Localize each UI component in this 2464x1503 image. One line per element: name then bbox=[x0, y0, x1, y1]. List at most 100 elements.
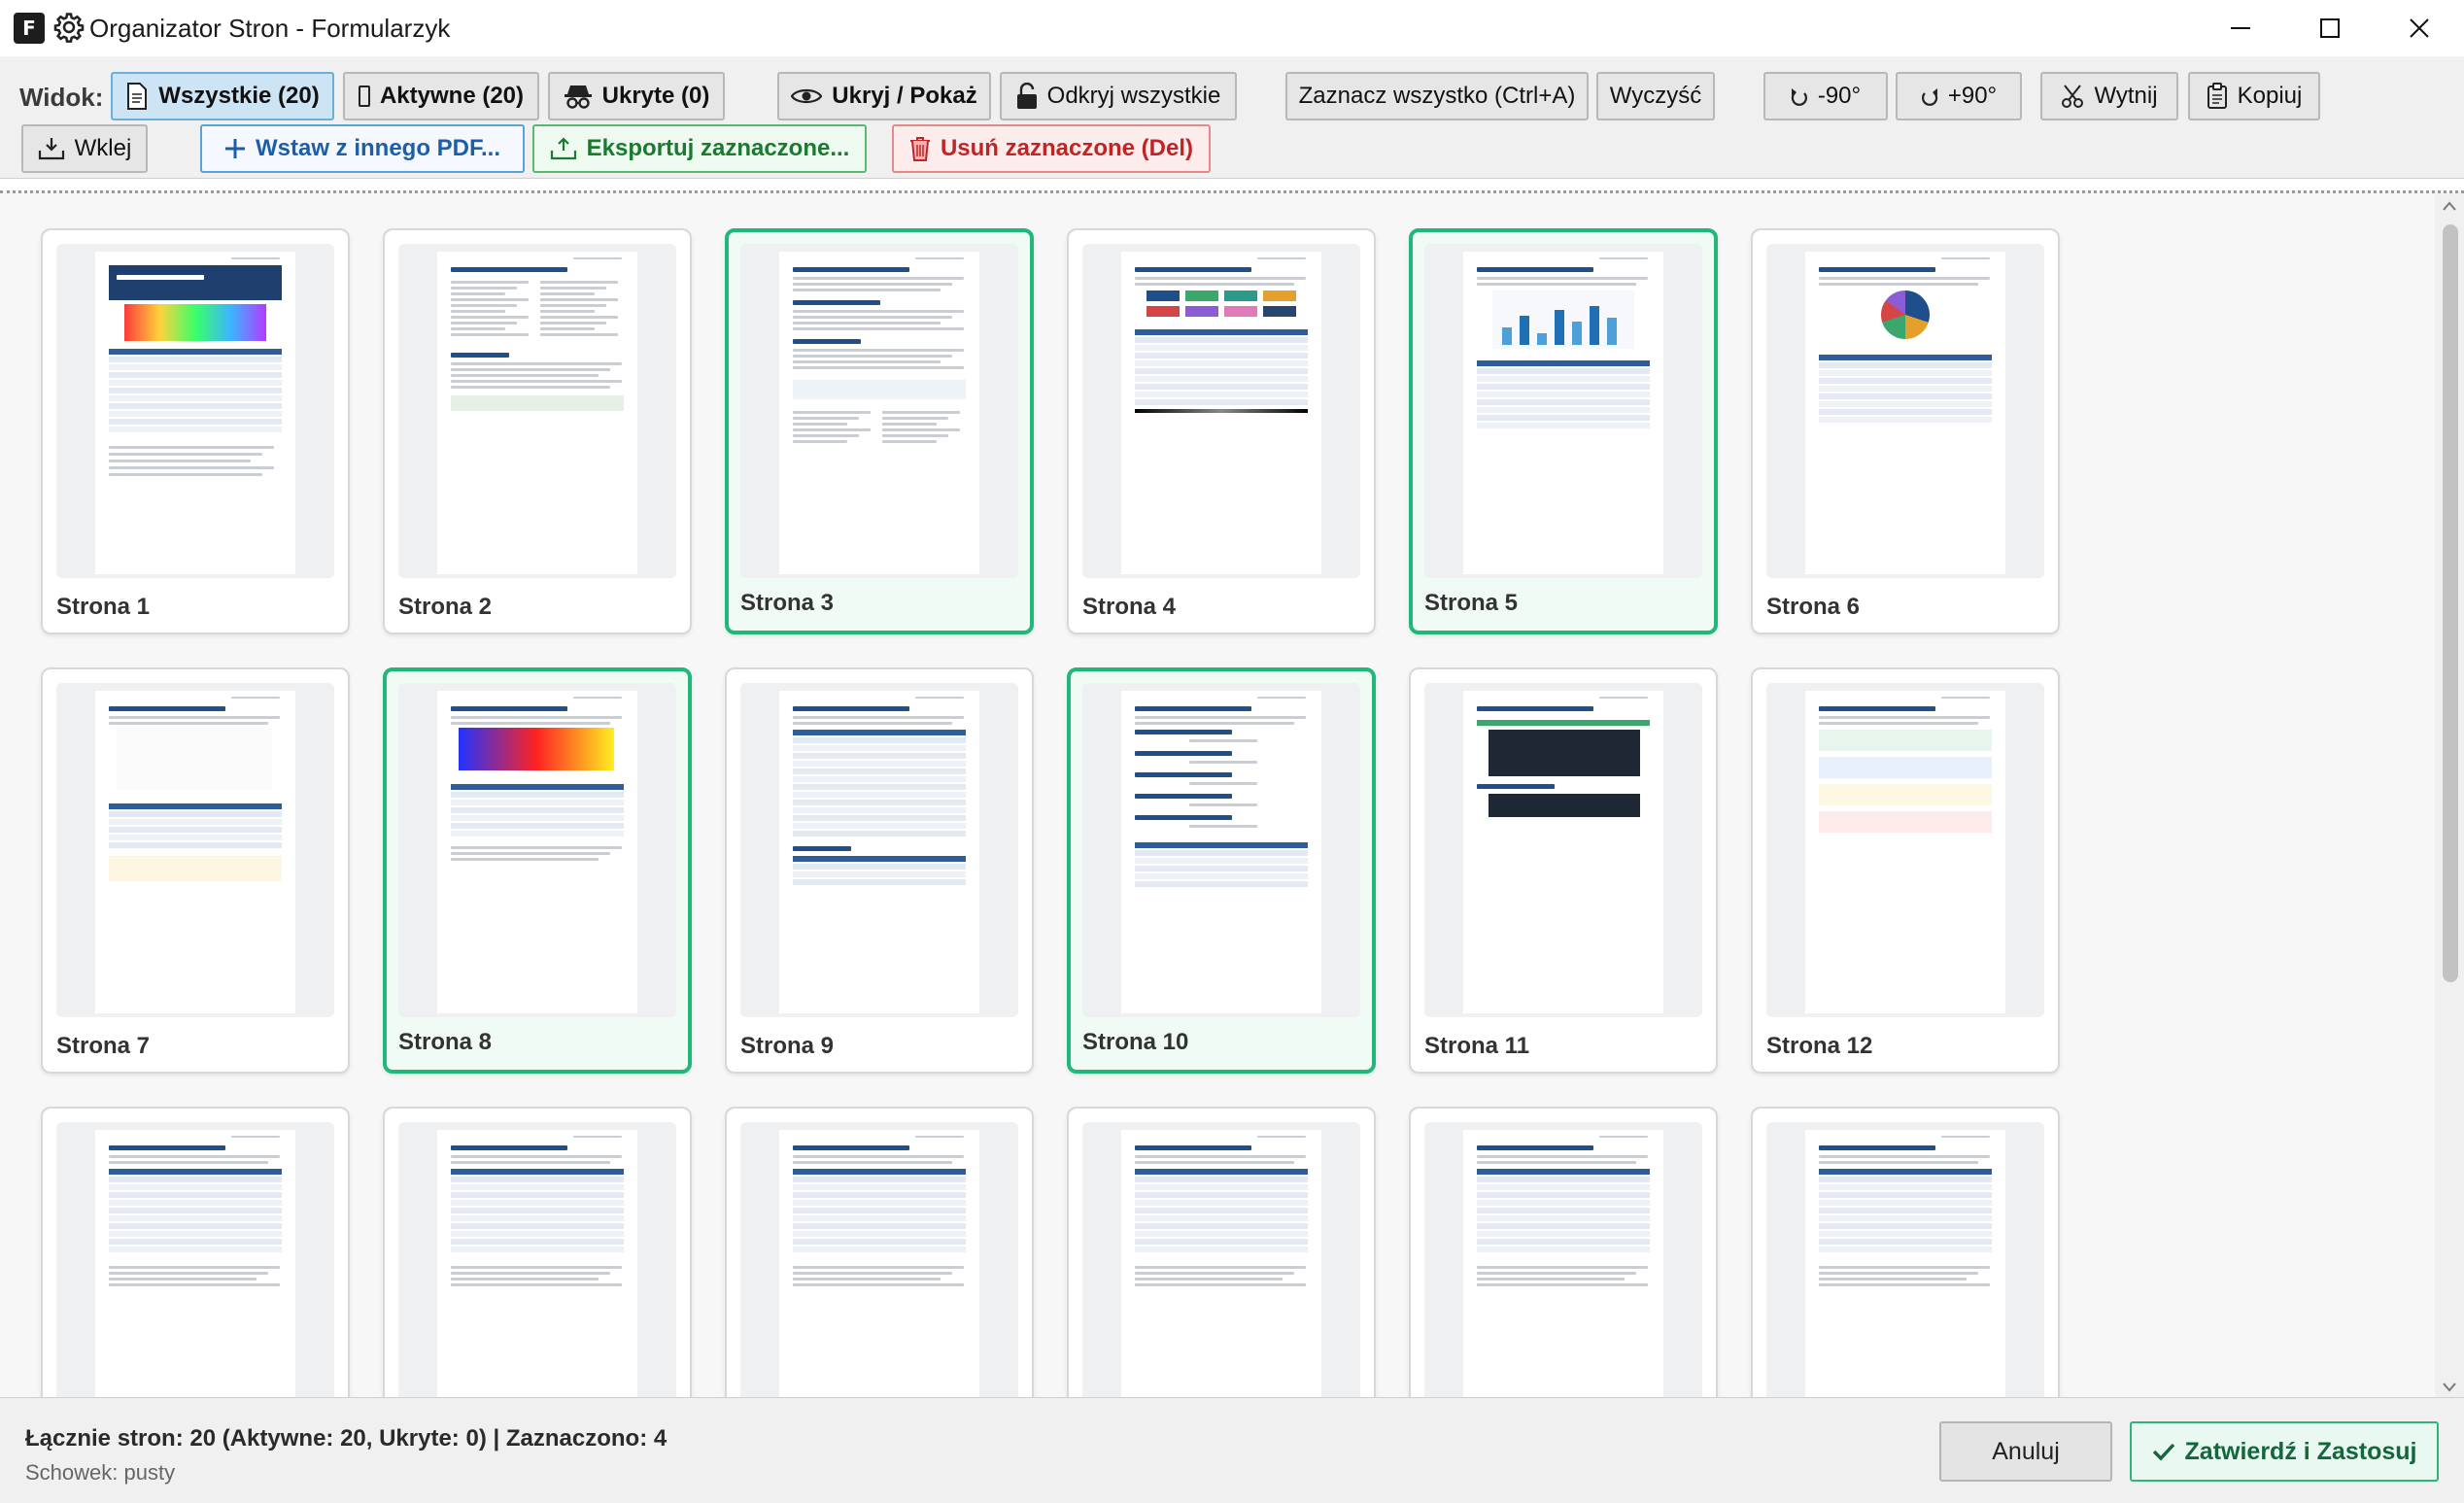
page-preview bbox=[1805, 691, 2005, 1013]
rotate-right-icon bbox=[1921, 88, 1938, 106]
rotate-left-button[interactable]: -90° bbox=[1763, 72, 1888, 120]
select-all-button[interactable]: Zaznacz wszystko (Ctrl+A) bbox=[1285, 72, 1589, 120]
page-card[interactable]: Strona 3 bbox=[725, 228, 1034, 634]
plus-icon bbox=[224, 139, 245, 158]
cancel-button[interactable]: Anuluj bbox=[1939, 1421, 2112, 1482]
page-card[interactable]: Strona 8 bbox=[383, 667, 692, 1074]
page-thumbnail bbox=[740, 244, 1018, 578]
page-thumbnail bbox=[1766, 683, 2044, 1017]
scroll-up-icon[interactable] bbox=[2442, 199, 2457, 213]
page-thumbnail bbox=[1424, 683, 1702, 1017]
page-card[interactable]: Strona 2 bbox=[383, 228, 692, 634]
page-preview bbox=[437, 691, 637, 1013]
page-label: Strona 3 bbox=[740, 590, 835, 616]
page-thumbnail bbox=[1766, 244, 2044, 578]
window-title: Organizator Stron - Formularzyk bbox=[89, 14, 451, 43]
page-preview bbox=[1463, 691, 1663, 1013]
page-thumbnail bbox=[1766, 1122, 2044, 1397]
toggle-hide-button[interactable]: Ukryj / Pokaż bbox=[777, 72, 991, 120]
page-card[interactable] bbox=[383, 1107, 692, 1397]
apply-button[interactable]: Zatwierdź i Zastosuj bbox=[2130, 1421, 2439, 1482]
page-card[interactable]: Strona 12 bbox=[1751, 667, 2060, 1074]
page-thumbnail bbox=[1082, 244, 1360, 578]
view-active-button[interactable]: Aktywne (20) bbox=[343, 72, 539, 120]
page-thumbnail bbox=[398, 244, 676, 578]
view-all-button[interactable]: Wszystkie (20) bbox=[111, 72, 334, 120]
page-card[interactable]: Strona 9 bbox=[725, 667, 1034, 1074]
page-card[interactable]: Strona 11 bbox=[1409, 667, 1718, 1074]
scissors-icon bbox=[2062, 85, 2084, 108]
page-thumbnail bbox=[398, 683, 676, 1017]
delete-selected-button[interactable]: Usuń zaznaczone (Del) bbox=[892, 124, 1211, 173]
page-card[interactable] bbox=[725, 1107, 1034, 1397]
page-preview bbox=[1121, 1130, 1321, 1397]
close-icon bbox=[2410, 18, 2429, 38]
page-card[interactable]: Strona 7 bbox=[41, 667, 350, 1074]
page-label: Strona 4 bbox=[1082, 594, 1177, 620]
cut-label: Wytnij bbox=[2094, 83, 2158, 109]
paste-label: Wklej bbox=[74, 135, 132, 161]
minimize-button[interactable] bbox=[2196, 0, 2285, 56]
scrollbar-thumb[interactable] bbox=[2443, 224, 2458, 982]
select-all-label: Zaznacz wszystko (Ctrl+A) bbox=[1298, 83, 1576, 109]
trash-icon bbox=[909, 137, 930, 161]
export-selected-button[interactable]: Eksportuj zaznaczone... bbox=[532, 124, 867, 173]
page-card[interactable]: Strona 10 bbox=[1067, 667, 1376, 1074]
page-preview bbox=[779, 691, 979, 1013]
rotate-right-button[interactable]: +90° bbox=[1896, 72, 2022, 120]
page-card[interactable] bbox=[1751, 1107, 2060, 1397]
page-icon bbox=[358, 85, 370, 107]
page-preview bbox=[95, 252, 295, 574]
gear-icon bbox=[53, 13, 85, 43]
clear-selection-label: Wyczyść bbox=[1609, 83, 1702, 109]
scroll-down-icon[interactable] bbox=[2442, 1381, 2457, 1394]
page-preview bbox=[1805, 1130, 2005, 1397]
maximize-button[interactable] bbox=[2285, 0, 2375, 56]
checkmark-icon bbox=[2152, 1443, 2174, 1461]
toggle-hide-label: Ukryj / Pokaż bbox=[832, 83, 977, 109]
page-preview bbox=[95, 1130, 295, 1397]
copy-button[interactable]: Kopiuj bbox=[2188, 72, 2320, 120]
page-preview bbox=[1463, 1130, 1663, 1397]
page-label: Strona 5 bbox=[1424, 590, 1519, 616]
insert-from-pdf-button[interactable]: Wstaw z innego PDF... bbox=[200, 124, 525, 173]
close-button[interactable] bbox=[2375, 0, 2464, 56]
page-card[interactable] bbox=[1409, 1107, 1718, 1397]
delete-selected-label: Usuń zaznaczone (Del) bbox=[940, 135, 1194, 161]
vertical-scrollbar[interactable] bbox=[2435, 193, 2464, 1397]
cut-button[interactable]: Wytnij bbox=[2040, 72, 2178, 120]
page-preview bbox=[1805, 252, 2005, 574]
page-thumbnail bbox=[56, 1122, 334, 1397]
page-thumbnail bbox=[1082, 1122, 1360, 1397]
paste-button[interactable]: Wklej bbox=[21, 124, 148, 173]
page-thumbnail bbox=[1082, 683, 1360, 1017]
page-card[interactable]: Strona 4 bbox=[1067, 228, 1376, 634]
page-grid[interactable]: Strona 1 Strona 2 Strona 3 Strona 4 Strona 5… bbox=[0, 190, 2464, 1397]
page-card[interactable] bbox=[41, 1107, 350, 1397]
spy-icon bbox=[564, 85, 592, 109]
view-hidden-button[interactable]: Ukryte (0) bbox=[548, 72, 725, 120]
page-label: Strona 9 bbox=[740, 1033, 835, 1059]
page-card[interactable]: Strona 5 bbox=[1409, 228, 1718, 634]
page-card[interactable]: Strona 1 bbox=[41, 228, 350, 634]
clipboard-icon bbox=[2207, 83, 2227, 109]
unlock-icon bbox=[1016, 83, 1037, 109]
page-card[interactable] bbox=[1067, 1107, 1376, 1397]
export-selected-label: Eksportuj zaznaczone... bbox=[586, 135, 850, 161]
app-icon: F bbox=[14, 13, 45, 44]
maximize-icon bbox=[2320, 18, 2340, 38]
view-hidden-label: Ukryte (0) bbox=[601, 83, 710, 109]
page-card[interactable]: Strona 6 bbox=[1751, 228, 2060, 634]
toolbar: Widok: Wszystkie (20) Aktywne (20) Ukryt… bbox=[0, 56, 2464, 179]
page-thumbnail bbox=[1424, 244, 1702, 578]
apply-label: Zatwierdź i Zastosuj bbox=[2184, 1437, 2417, 1465]
clear-selection-button[interactable]: Wyczyść bbox=[1596, 72, 1715, 120]
cancel-label: Anuluj bbox=[1992, 1437, 2060, 1465]
page-thumbnail bbox=[56, 683, 334, 1017]
view-label: Widok: bbox=[19, 83, 104, 112]
page-preview bbox=[437, 1130, 637, 1397]
reveal-all-button[interactable]: Odkryj wszystkie bbox=[1000, 72, 1237, 120]
eye-icon bbox=[791, 88, 823, 104]
page-label: Strona 11 bbox=[1424, 1033, 1530, 1059]
page-thumbnail bbox=[398, 1122, 676, 1397]
